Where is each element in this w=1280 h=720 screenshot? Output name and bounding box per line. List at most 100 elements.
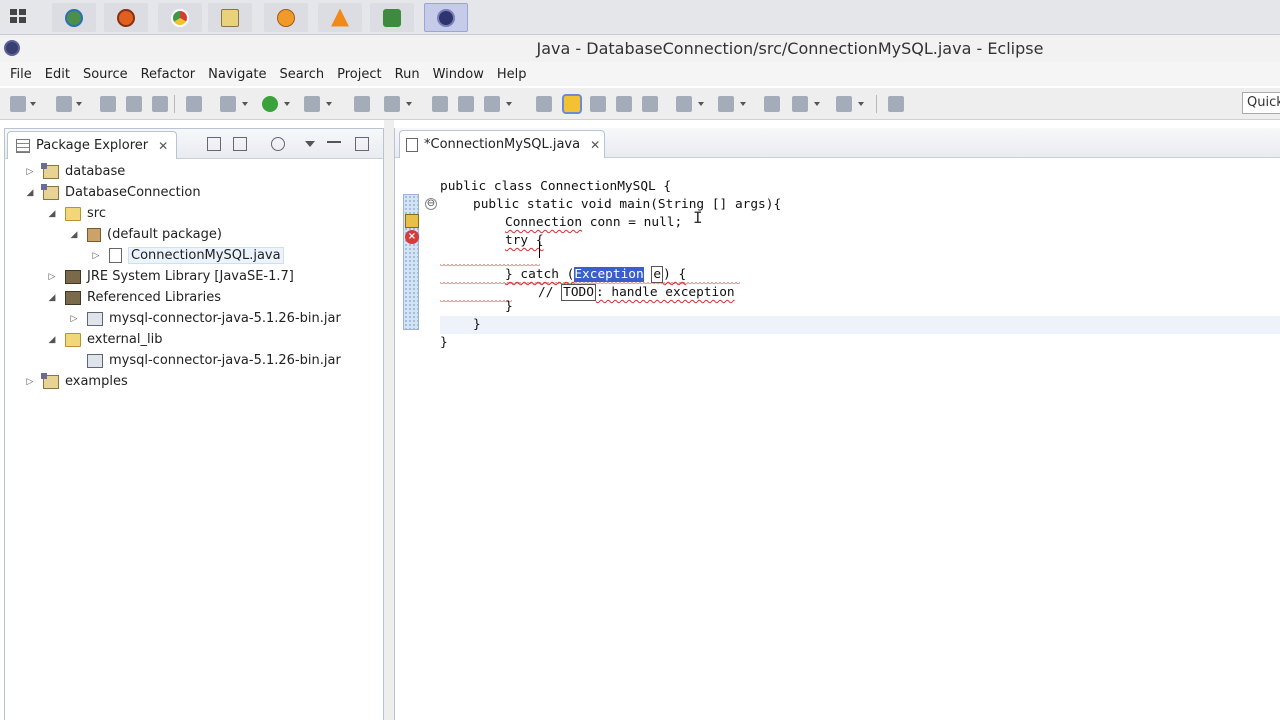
annotation-ruler[interactable]: × <box>403 194 419 334</box>
quick-fix-icon[interactable] <box>405 214 419 228</box>
menu-refactor[interactable]: Refactor <box>135 67 202 82</box>
new-wizard-icon[interactable] <box>56 96 72 112</box>
pin-editor-icon[interactable] <box>888 96 904 112</box>
maximize-icon[interactable] <box>355 137 369 151</box>
tab-connectionmysql-java[interactable]: *ConnectionMySQL.java ✕ <box>399 130 605 158</box>
expand-icon[interactable]: ▷ <box>47 272 57 282</box>
view-splitter[interactable] <box>384 120 394 720</box>
package-explorer-view: Package Explorer ✕ ▷ database ◢ Database… <box>4 128 384 720</box>
show-whitespace-icon[interactable] <box>616 96 632 112</box>
tree-item-default-package[interactable]: ◢ (default package) <box>69 224 222 245</box>
next-annotation-dropdown-icon[interactable] <box>698 102 704 106</box>
previous-annotation-dropdown-icon[interactable] <box>740 102 746 106</box>
taskbar-chrome-icon[interactable] <box>158 3 202 32</box>
start-button[interactable] <box>8 6 34 28</box>
quick-access-input[interactable]: Quick <box>1242 92 1280 114</box>
menu-edit[interactable]: Edit <box>39 67 76 82</box>
expand-icon[interactable]: ▷ <box>25 377 35 387</box>
taskbar-vlc-icon[interactable] <box>318 3 362 32</box>
link-with-editor-icon[interactable] <box>233 137 247 151</box>
menu-file[interactable]: File <box>4 67 38 82</box>
fold-toggle-icon[interactable]: ⊖ <box>425 198 437 210</box>
debug-dropdown-icon[interactable] <box>242 102 248 106</box>
search-icon[interactable] <box>484 96 500 112</box>
new-package-icon[interactable] <box>384 96 400 112</box>
menu-navigate[interactable]: Navigate <box>202 67 272 82</box>
block-selection-icon[interactable] <box>590 96 606 112</box>
taskbar-explorer-icon[interactable] <box>208 3 252 32</box>
collapse-icon[interactable]: ◢ <box>47 293 57 303</box>
back-dropdown-icon[interactable] <box>814 102 820 106</box>
folder-icon <box>65 332 81 347</box>
collapse-icon[interactable]: ◢ <box>25 188 35 198</box>
external-tools-icon[interactable] <box>304 96 320 112</box>
tree-item-connectionmysql-java[interactable]: ▷ ConnectionMySQL.java <box>91 245 284 266</box>
tree-item-databaseconnection[interactable]: ◢ DatabaseConnection <box>25 182 201 203</box>
collapse-icon[interactable]: ◢ <box>69 230 79 240</box>
toggle-breadcrumb-icon[interactable] <box>536 96 552 112</box>
menu-project[interactable]: Project <box>331 67 387 82</box>
minimize-icon[interactable] <box>327 141 341 143</box>
collapse-icon[interactable]: ◢ <box>47 335 57 345</box>
open-file-icon[interactable] <box>458 96 474 112</box>
taskbar-firefox-icon[interactable] <box>104 3 148 32</box>
search-dropdown-icon[interactable] <box>506 102 512 106</box>
external-tools-dropdown-icon[interactable] <box>326 102 332 106</box>
last-edit-location-icon[interactable] <box>764 96 780 112</box>
tree-item-external-mysql-connector-jar[interactable]: mysql-connector-java-5.1.26-bin.jar <box>69 350 341 371</box>
previous-annotation-icon[interactable] <box>718 96 734 112</box>
forward-dropdown-icon[interactable] <box>858 102 864 106</box>
tree-item-external-lib[interactable]: ◢ external_lib <box>47 329 163 350</box>
new-class-dropdown-icon[interactable] <box>406 102 412 106</box>
save-all-icon[interactable] <box>126 96 142 112</box>
expand-icon[interactable]: ▷ <box>25 167 35 177</box>
tab-package-explorer[interactable]: Package Explorer ✕ <box>7 131 177 159</box>
taskbar-eclipse-icon[interactable] <box>424 3 468 32</box>
tree-item-jre-system-library[interactable]: ▷ JRE System Library [JavaSE-1.7] <box>47 266 294 287</box>
text-format-icon[interactable] <box>642 96 658 112</box>
menu-search[interactable]: Search <box>273 67 330 82</box>
menu-run[interactable]: Run <box>389 67 426 82</box>
tree-item-mysql-connector-jar[interactable]: ▷ mysql-connector-java-5.1.26-bin.jar <box>69 308 341 329</box>
close-icon[interactable]: ✕ <box>590 138 600 152</box>
tree-item-label: (default package) <box>107 227 222 242</box>
taskbar-app-icon[interactable] <box>370 3 414 32</box>
jar-icon <box>87 311 103 326</box>
new-icon[interactable] <box>10 96 26 112</box>
package-icon <box>87 227 101 242</box>
expand-icon[interactable]: ▷ <box>91 251 101 261</box>
menu-window[interactable]: Window <box>427 67 490 82</box>
run-icon[interactable] <box>262 96 278 112</box>
tree-item-referenced-libraries[interactable]: ◢ Referenced Libraries <box>47 287 221 308</box>
collapse-all-icon[interactable] <box>207 137 221 151</box>
view-menu-icon[interactable] <box>305 141 315 147</box>
new-wizard-dropdown-icon[interactable] <box>76 102 82 106</box>
new-java-project-icon[interactable] <box>354 96 370 112</box>
collapse-icon[interactable]: ◢ <box>47 209 57 219</box>
text-caret <box>539 242 540 258</box>
open-folder-icon[interactable] <box>432 96 448 112</box>
new-dropdown-icon[interactable] <box>30 102 36 106</box>
close-icon[interactable]: ✕ <box>158 139 168 153</box>
focus-icon[interactable] <box>271 137 285 151</box>
taskbar-globe-icon[interactable] <box>52 3 96 32</box>
open-type-icon[interactable] <box>186 96 202 112</box>
mark-occurrences-icon[interactable] <box>562 94 582 114</box>
run-dropdown-icon[interactable] <box>284 102 290 106</box>
error-icon[interactable]: × <box>405 230 419 244</box>
menu-source[interactable]: Source <box>77 67 134 82</box>
back-icon[interactable] <box>792 96 808 112</box>
project-icon <box>41 162 59 179</box>
print-icon[interactable] <box>152 96 168 112</box>
forward-icon[interactable] <box>836 96 852 112</box>
tree-item-database[interactable]: ▷ database <box>25 161 125 182</box>
tree-item-src[interactable]: ◢ src <box>47 203 106 224</box>
debug-icon[interactable] <box>220 96 236 112</box>
save-icon[interactable] <box>100 96 116 112</box>
next-annotation-icon[interactable] <box>676 96 692 112</box>
taskbar-ball-icon[interactable] <box>264 3 308 32</box>
expand-icon[interactable]: ▷ <box>69 314 79 324</box>
tree-item-examples[interactable]: ▷ examples <box>25 371 128 392</box>
menu-help[interactable]: Help <box>491 67 533 82</box>
